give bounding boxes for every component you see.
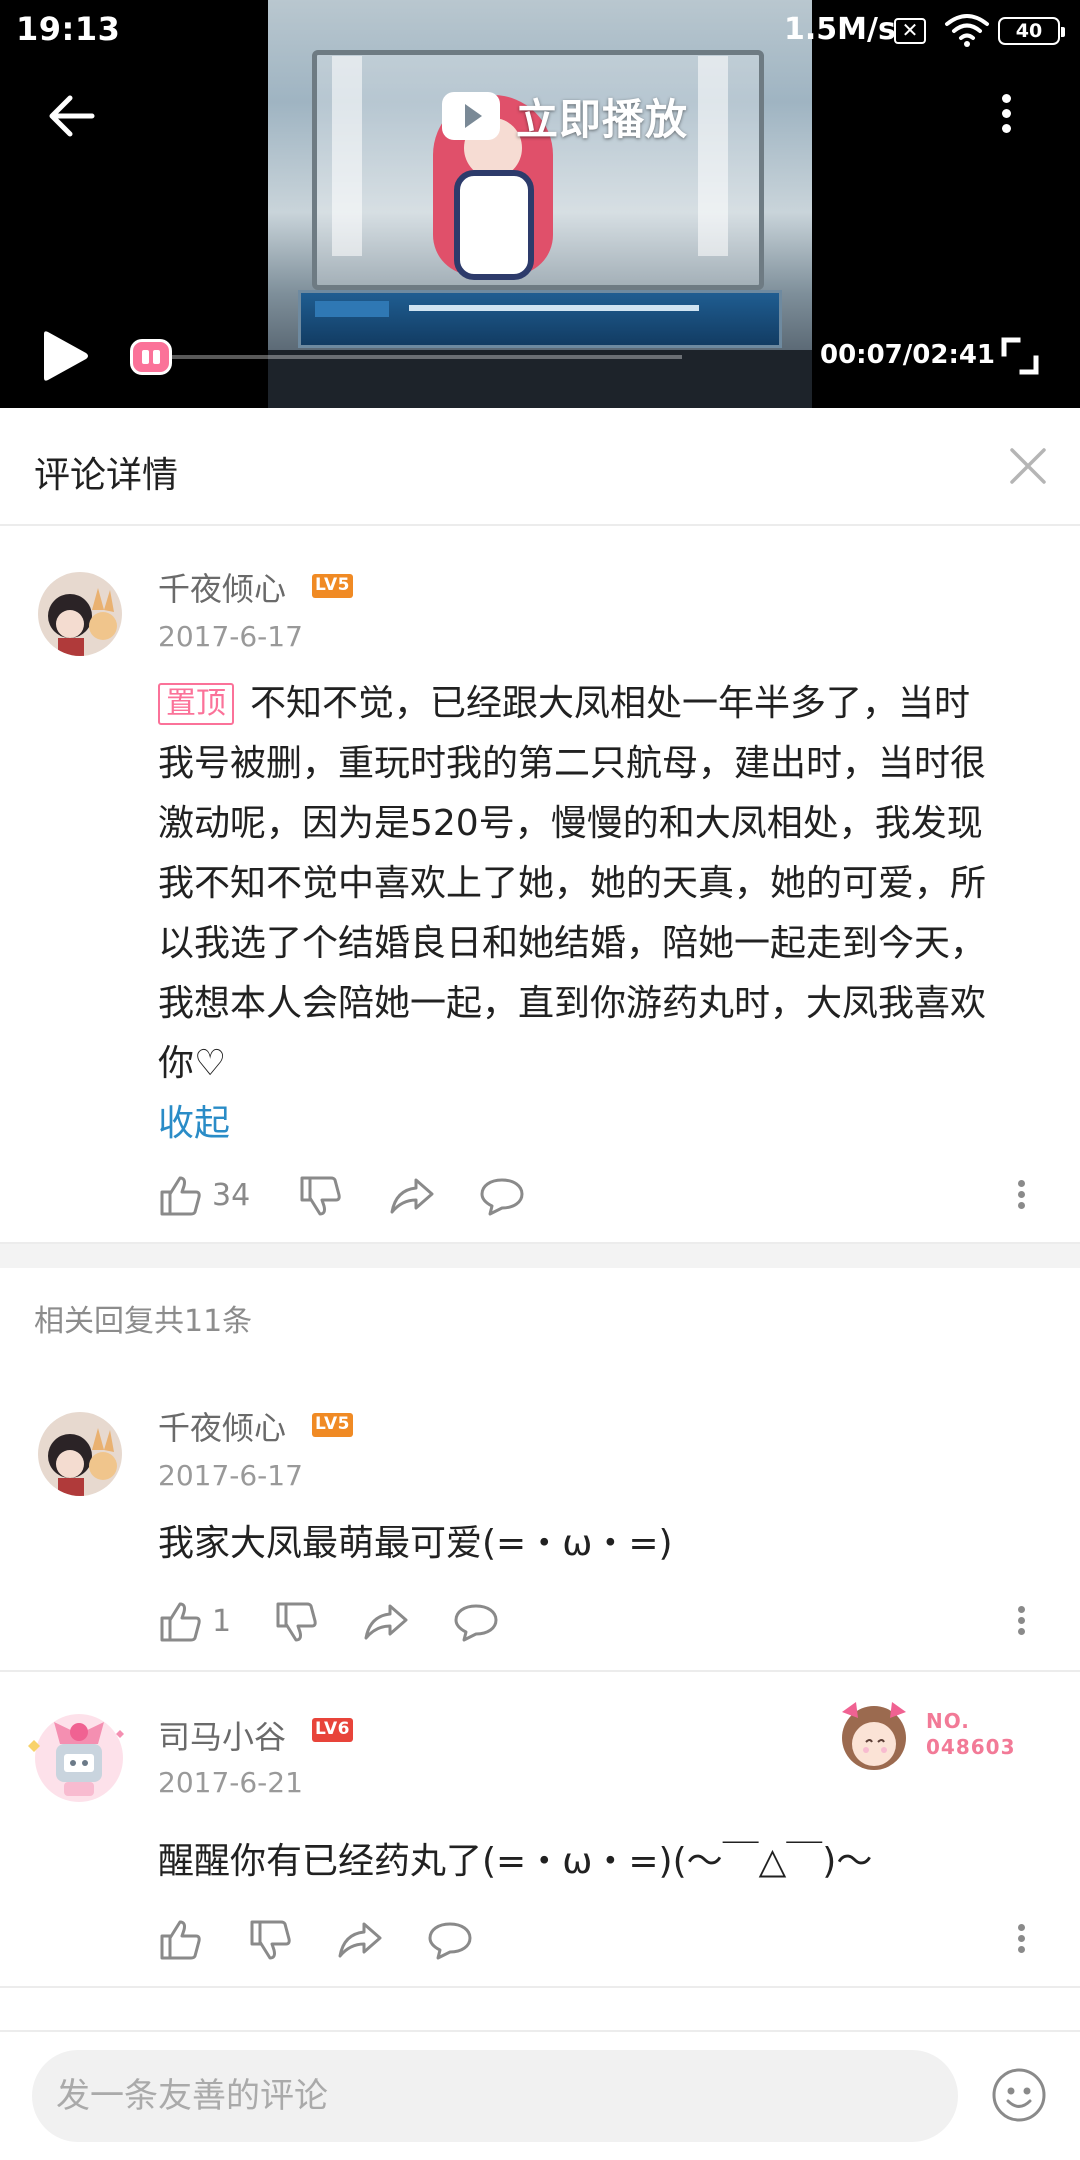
video-player[interactable]: 19:13 1.5M/s ✕ 40 立即播放 00:07/02:41	[0, 0, 1080, 408]
time-display: 00:07/02:41	[820, 340, 996, 370]
comment-detail-title: 评论详情	[34, 455, 179, 496]
seek-thumb[interactable]	[130, 339, 172, 375]
username[interactable]: 司马小谷	[158, 1712, 286, 1758]
more-vertical-icon[interactable]	[1002, 88, 1011, 144]
video-dialog-text	[409, 305, 699, 311]
more-vertical-icon[interactable]	[1014, 1920, 1028, 1960]
level-badge: LV5	[312, 1413, 353, 1437]
username[interactable]: 千夜倾心	[158, 564, 286, 610]
play-icon[interactable]	[34, 326, 94, 386]
more-vertical-icon[interactable]	[1014, 1176, 1028, 1216]
comment-actions: 1	[156, 1598, 1056, 1648]
comment-line: 激动呢，因为是520号，慢慢的和大凤相处，我发现	[158, 803, 983, 844]
more-vertical-icon[interactable]	[1014, 1602, 1028, 1642]
avatar[interactable]	[38, 1412, 122, 1496]
seek-bar[interactable]	[132, 355, 682, 359]
comment-line: 不知不觉，已经跟大凤相处一年半多了，当时	[250, 683, 971, 724]
section-separator	[0, 1242, 1080, 1268]
comment-date: 2017-6-17	[158, 620, 303, 653]
comment-date: 2017-6-17	[158, 1459, 303, 1492]
comment-date: 2017-6-21	[158, 1766, 303, 1799]
fan-badge: NO. 048603	[838, 1694, 1038, 1778]
status-icons: ✕ 40	[894, 14, 1070, 48]
divider	[0, 1670, 1080, 1672]
comment-content: 醒醒你有已经药丸了(=・ω・=)(〜￣△￣)〜	[158, 1841, 873, 1882]
avatar-image	[38, 572, 122, 656]
divider	[0, 1986, 1080, 1988]
thumb-up-icon[interactable]	[156, 1598, 204, 1646]
level-badge: LV5	[312, 574, 353, 598]
avatar-image	[38, 1412, 122, 1496]
like-count: 34	[212, 1178, 251, 1213]
comment-actions	[156, 1916, 1056, 1966]
level-badge: LV6	[312, 1718, 353, 1742]
replies-count-title: 相关回复共11条	[34, 1304, 253, 1339]
video-scene-pillar	[698, 56, 728, 256]
thumb-down-icon[interactable]	[296, 1172, 344, 1220]
comment-bubble-icon[interactable]	[426, 1916, 474, 1964]
thumb-down-icon[interactable]	[272, 1598, 320, 1646]
avatar[interactable]	[38, 572, 122, 656]
comment-line: 我不知不觉中喜欢上了她，她的天真，她的可爱，所	[158, 863, 987, 904]
video-dialog-name	[315, 301, 389, 317]
pinned-badge: 置顶	[158, 683, 234, 725]
comment-input-bar: 发一条友善的评论	[0, 2030, 1080, 2160]
comment-bubble-icon[interactable]	[478, 1172, 526, 1220]
fan-badge-character	[842, 1702, 906, 1770]
wifi-icon	[945, 14, 989, 47]
share-icon[interactable]	[336, 1916, 384, 1964]
avatar[interactable]	[24, 1700, 134, 1810]
comment-detail-header: 评论详情	[0, 408, 1080, 526]
comment-detail-page: 19:13 1.5M/s ✕ 40 立即播放 00:07/02:41 评论详情 …	[0, 0, 1080, 2160]
like-count: 1	[212, 1604, 232, 1639]
fan-badge-value: 048603	[926, 1735, 1016, 1759]
video-character-body	[454, 170, 534, 280]
emoji-icon[interactable]	[990, 2066, 1048, 2124]
thumb-up-icon[interactable]	[156, 1172, 204, 1220]
share-icon[interactable]	[362, 1598, 410, 1646]
comment-actions: 34	[156, 1172, 1056, 1222]
network-speed: 1.5M/s	[784, 12, 896, 47]
collapse-link[interactable]: 收起	[158, 1094, 230, 1146]
fan-badge-label: NO.	[926, 1709, 970, 1733]
video-play-icon	[442, 92, 500, 140]
status-time: 19:13	[16, 10, 121, 48]
video-scene-pillar	[332, 56, 362, 256]
battery-icon: 40	[998, 17, 1065, 45]
comment-content: 置顶 不知不觉，已经跟大凤相处一年半多了，当时 我号被删，重玩时我的第二只航母，建…	[158, 674, 1038, 1094]
close-icon[interactable]	[1008, 446, 1048, 486]
comment-line: 我号被删，重玩时我的第二只航母，建出时，当时很	[158, 743, 987, 784]
play-now-label: 立即播放	[516, 94, 689, 144]
play-now-button[interactable]: 立即播放	[440, 86, 688, 146]
thumb-up-icon[interactable]	[156, 1916, 204, 1964]
thumb-down-icon[interactable]	[246, 1916, 294, 1964]
username[interactable]: 千夜倾心	[158, 1403, 286, 1449]
no-sim-icon: ✕	[894, 18, 926, 44]
back-arrow-icon[interactable]	[40, 84, 104, 148]
comment-input[interactable]: 发一条友善的评论	[32, 2050, 958, 2142]
status-bar: 19:13 1.5M/s ✕ 40	[0, 0, 1080, 62]
comment-line: 我想本人会陪她一起，直到你游药丸时，大凤我喜欢	[158, 983, 987, 1024]
share-icon[interactable]	[388, 1172, 436, 1220]
fullscreen-icon[interactable]	[998, 334, 1042, 378]
fan-badge-number: NO. 048603	[926, 1708, 1016, 1760]
comment-line: 以我选了个结婚良日和她结婚，陪她一起走到今天，	[158, 923, 987, 964]
comment-bubble-icon[interactable]	[452, 1598, 500, 1646]
comment-content: 我家大凤最萌最可爱(=・ω・=)	[158, 1523, 673, 1564]
video-dialog-box	[298, 290, 782, 348]
avatar-image	[28, 1714, 124, 1802]
comment-line: 你♡	[158, 1043, 227, 1084]
